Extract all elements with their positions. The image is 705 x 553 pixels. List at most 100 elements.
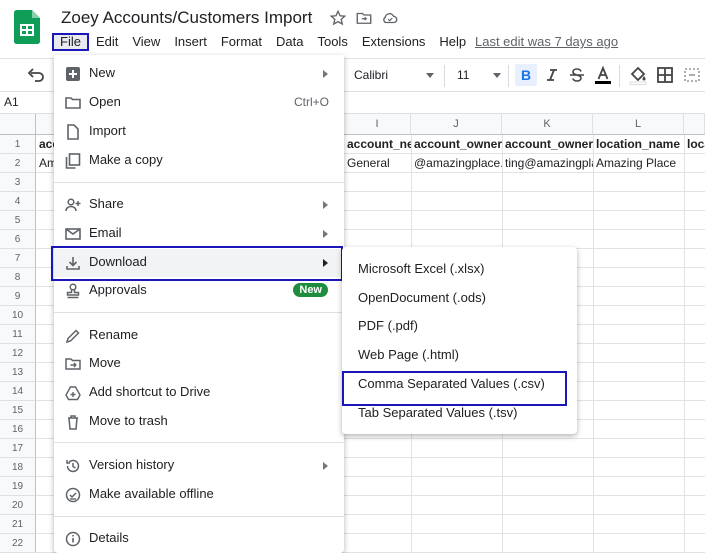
row-header[interactable]: 5 [0, 211, 36, 230]
cell-m1[interactable]: loca [684, 135, 705, 154]
row-header[interactable]: 9 [0, 287, 36, 306]
document-title[interactable]: Zoey Accounts/Customers Import [61, 8, 312, 28]
name-box[interactable]: A1 [4, 95, 19, 109]
download-submenu: Microsoft Excel (.xlsx) OpenDocument (.o… [342, 247, 577, 434]
column-header-l[interactable]: L [593, 114, 684, 135]
row-header[interactable]: 6 [0, 230, 36, 249]
row-header[interactable]: 12 [0, 344, 36, 363]
borders-icon[interactable] [654, 64, 676, 86]
menu-item-email[interactable]: Email [54, 220, 344, 248]
menu-help[interactable]: Help [432, 33, 473, 51]
menu-item-share[interactable]: Share [54, 191, 344, 219]
cell-l1[interactable]: location_name [593, 135, 684, 154]
fill-color-icon[interactable] [627, 64, 649, 86]
menu-insert[interactable]: Insert [167, 33, 214, 51]
menu-item-label: Move to trash [89, 413, 168, 428]
italic-icon[interactable] [541, 64, 563, 86]
menu-file[interactable]: File [52, 33, 89, 51]
row-header[interactable]: 4 [0, 192, 36, 211]
menu-item-label: Rename [89, 327, 139, 342]
download-html[interactable]: Web Page (.html) [342, 340, 577, 369]
menu-item-label: Details [89, 530, 129, 545]
download-pdf[interactable]: PDF (.pdf) [342, 311, 577, 340]
menu-item-details[interactable]: Details [54, 525, 344, 553]
offline-check-icon [65, 487, 81, 503]
font-size-select[interactable]: 11 [457, 68, 497, 82]
row-header[interactable]: 19 [0, 477, 36, 496]
menu-item-version-history[interactable]: Version history [54, 452, 344, 480]
row-header[interactable]: 15 [0, 401, 36, 420]
menu-item-move-to-trash[interactable]: Move to trash [54, 408, 344, 436]
cell-a2[interactable]: Am [36, 154, 54, 173]
cloud-status-icon[interactable] [381, 9, 399, 27]
font-family-chevron-down-icon[interactable] [426, 73, 434, 78]
font-family-select[interactable]: Calibri [354, 68, 432, 82]
menu-item-label: Version history [89, 457, 175, 472]
menu-item-download[interactable]: Download [54, 249, 344, 277]
undo-icon[interactable] [27, 67, 45, 83]
last-edit-link[interactable]: Last edit was 7 days ago [475, 34, 618, 49]
menu-item-new[interactable]: New [54, 60, 344, 88]
row-header[interactable]: 14 [0, 382, 36, 401]
column-header-i[interactable]: I [344, 114, 411, 135]
star-icon[interactable] [329, 9, 347, 27]
menu-item-import[interactable]: Import [54, 118, 344, 146]
menu-extensions[interactable]: Extensions [355, 33, 433, 51]
menu-item-add-shortcut[interactable]: Add shortcut to Drive [54, 379, 344, 407]
bold-button[interactable]: B [515, 64, 537, 86]
cell-a1[interactable]: acc [36, 135, 54, 154]
select-all-corner[interactable] [0, 114, 36, 135]
row-header[interactable]: 13 [0, 363, 36, 382]
column-header-k[interactable]: K [502, 114, 593, 135]
text-color-icon[interactable] [592, 64, 614, 86]
row-header[interactable]: 1 [0, 135, 36, 154]
sheets-logo-icon[interactable] [14, 10, 40, 44]
menu-item-approvals[interactable]: Approvals New [54, 277, 344, 305]
cell-j2[interactable]: @amazingplace. [411, 154, 502, 173]
cell-l2[interactable]: Amazing Place [593, 154, 684, 173]
toolbar-divider [508, 65, 509, 87]
merge-cells-icon[interactable] [681, 64, 703, 86]
move-folder-icon[interactable] [355, 9, 373, 27]
download-xlsx[interactable]: Microsoft Excel (.xlsx) [342, 254, 577, 283]
row-header[interactable]: 10 [0, 306, 36, 325]
download-csv[interactable]: Comma Separated Values (.csv) [342, 369, 577, 398]
row-header[interactable]: 2 [0, 154, 36, 173]
cell-i1[interactable]: account_ne [344, 135, 411, 154]
gridline [684, 135, 685, 553]
column-header-m[interactable] [684, 114, 705, 135]
row-header[interactable]: 18 [0, 458, 36, 477]
menu-format[interactable]: Format [214, 33, 269, 51]
menu-item-label: PDF (.pdf) [358, 318, 418, 333]
font-size-chevron-down-icon[interactable] [493, 73, 501, 78]
new-badge: New [293, 283, 328, 297]
strikethrough-icon[interactable] [566, 64, 588, 86]
cell-i2[interactable]: General [344, 154, 411, 173]
menu-data[interactable]: Data [269, 33, 310, 51]
menu-item-make-offline[interactable]: Make available offline [54, 481, 344, 509]
column-header-j[interactable]: J [411, 114, 502, 135]
row-header[interactable]: 8 [0, 268, 36, 287]
row-header[interactable]: 21 [0, 515, 36, 534]
cell-j1[interactable]: account_owner_ [411, 135, 502, 154]
menu-view[interactable]: View [125, 33, 167, 51]
menu-edit[interactable]: Edit [89, 33, 125, 51]
copy-icon [65, 153, 81, 169]
cell-k1[interactable]: account_owner_ [502, 135, 593, 154]
menu-item-open[interactable]: Open Ctrl+O [54, 89, 344, 117]
cell-k2[interactable]: ting@amazingpla [502, 154, 593, 173]
row-header[interactable]: 22 [0, 534, 36, 553]
download-tsv[interactable]: Tab Separated Values (.tsv) [342, 398, 577, 427]
menu-item-rename[interactable]: Rename [54, 322, 344, 350]
trash-icon [68, 415, 78, 430]
row-header[interactable]: 7 [0, 249, 36, 268]
menu-tools[interactable]: Tools [310, 33, 354, 51]
row-header[interactable]: 16 [0, 420, 36, 439]
row-header[interactable]: 20 [0, 496, 36, 515]
download-ods[interactable]: OpenDocument (.ods) [342, 283, 577, 312]
row-header[interactable]: 17 [0, 439, 36, 458]
menu-item-move[interactable]: Move [54, 350, 344, 378]
row-header[interactable]: 11 [0, 325, 36, 344]
menu-item-make-copy[interactable]: Make a copy [54, 147, 344, 175]
row-header[interactable]: 3 [0, 173, 36, 192]
